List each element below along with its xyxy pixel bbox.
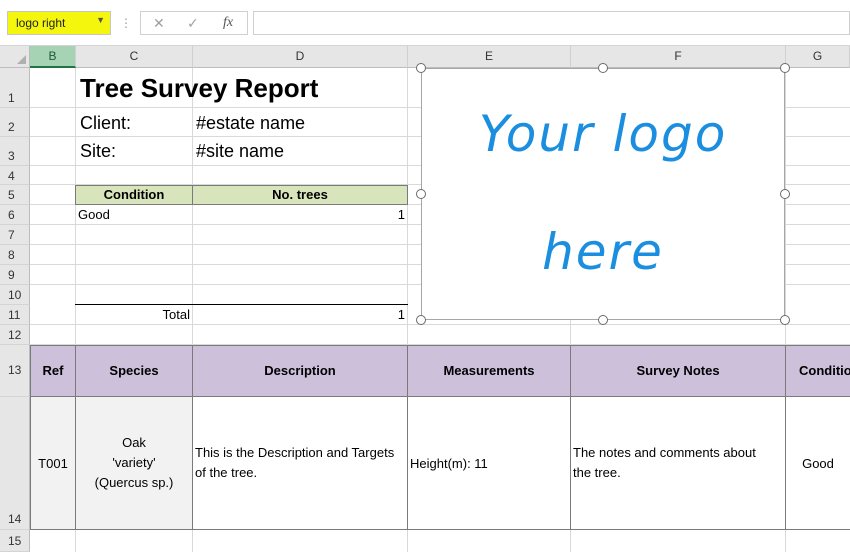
row-header-7[interactable]: 7 (0, 225, 30, 245)
resize-handle-bottom-right[interactable] (780, 315, 790, 325)
column-header-g[interactable]: G (786, 46, 850, 68)
report-title[interactable]: Tree Survey Report (80, 73, 318, 104)
survey-notes-cell[interactable]: The notes and comments about the tree. (570, 396, 786, 530)
row-header-1[interactable]: 1 (0, 68, 30, 108)
survey-measurements-cell[interactable]: Height(m): 11 (407, 396, 571, 530)
survey-ref-value: T001 (38, 456, 68, 471)
resize-handle-right[interactable] (780, 189, 790, 199)
spreadsheet-window: logo right ▼ ⋮ ✕ ✓ fx B C D E F G 1 2 3 … (0, 0, 850, 552)
summary-count-cell[interactable]: 1 (196, 207, 405, 222)
client-label[interactable]: Client: (80, 113, 131, 134)
row-header-10[interactable]: 10 (0, 285, 30, 305)
site-value[interactable]: #site name (196, 141, 284, 162)
name-box[interactable]: logo right ▼ (7, 11, 111, 35)
survey-header-description[interactable]: Description (192, 345, 408, 397)
formula-bar: logo right ▼ ⋮ ✕ ✓ fx (0, 0, 850, 46)
description-line-1: This is the Description and Targets (195, 445, 395, 460)
total-label[interactable]: Total (78, 307, 190, 322)
select-all-button[interactable] (0, 46, 30, 68)
row-header-9[interactable]: 9 (0, 265, 30, 285)
cancel-icon[interactable]: ✕ (153, 15, 165, 32)
measurements-value: Height(m): 11 (410, 456, 488, 471)
client-value[interactable]: #estate name (196, 113, 305, 134)
survey-header-condition[interactable]: Conditio (785, 345, 850, 397)
logo-placeholder-image[interactable]: Your logo here (421, 68, 785, 320)
column-header-d[interactable]: D (193, 46, 408, 68)
row-header-4[interactable]: 4 (0, 166, 30, 185)
resize-handle-top-right[interactable] (780, 63, 790, 73)
gridline (30, 324, 850, 325)
column-header-b[interactable]: B (30, 46, 76, 68)
total-value[interactable]: 1 (196, 307, 405, 322)
row-header-11[interactable]: 11 (0, 305, 30, 325)
survey-header-ref[interactable]: Ref (30, 345, 76, 397)
row-header-3[interactable]: 3 (0, 137, 30, 166)
survey-species-cell[interactable]: Oak 'variety' (Quercus sp.) (75, 396, 193, 530)
resize-handle-top[interactable] (598, 63, 608, 73)
site-label[interactable]: Site: (80, 141, 116, 162)
row-header-5[interactable]: 5 (0, 185, 30, 205)
survey-header-species[interactable]: Species (75, 345, 193, 397)
formula-input[interactable] (253, 11, 850, 35)
species-name: Oak (122, 435, 146, 450)
column-header-c[interactable]: C (76, 46, 193, 68)
column-header-e[interactable]: E (408, 46, 571, 68)
name-box-value: logo right (16, 16, 66, 30)
row-header-6[interactable]: 6 (0, 205, 30, 225)
logo-text-line-2: here (542, 223, 664, 281)
formula-bar-grip-icon[interactable]: ⋮ (120, 16, 132, 30)
row-header-15[interactable]: 15 (0, 530, 30, 552)
insert-function-icon[interactable]: fx (223, 15, 233, 31)
row-header-12[interactable]: 12 (0, 325, 30, 345)
notes-line-1: The notes and comments about (573, 445, 756, 460)
chevron-down-icon[interactable]: ▼ (96, 15, 105, 25)
row-header-2[interactable]: 2 (0, 108, 30, 137)
formula-buttons: ✕ ✓ fx (140, 11, 248, 35)
enter-icon[interactable]: ✓ (187, 15, 199, 32)
resize-handle-left[interactable] (416, 189, 426, 199)
summary-header-count[interactable]: No. trees (192, 185, 408, 205)
row-header-8[interactable]: 8 (0, 245, 30, 265)
resize-handle-top-left[interactable] (416, 63, 426, 73)
survey-condition-cell[interactable]: Good (785, 396, 850, 530)
survey-ref-cell[interactable]: T001 (30, 396, 76, 530)
survey-description-cell[interactable]: This is the Description and Targets of t… (192, 396, 408, 530)
total-border (75, 304, 408, 305)
description-line-2: of the tree. (195, 465, 258, 480)
summary-header-condition[interactable]: Condition (75, 185, 193, 205)
species-variety: 'variety' (112, 455, 156, 470)
summary-condition-cell[interactable]: Good (78, 207, 110, 222)
resize-handle-bottom[interactable] (598, 315, 608, 325)
logo-text-line-1: Your logo (478, 105, 728, 163)
notes-line-2: the tree. (573, 465, 621, 480)
resize-handle-bottom-left[interactable] (416, 315, 426, 325)
condition-value: Good (802, 456, 834, 471)
row-header-14[interactable]: 14 (0, 397, 30, 530)
survey-header-notes[interactable]: Survey Notes (570, 345, 786, 397)
species-latin: (Quercus sp.) (94, 475, 174, 490)
row-header-13[interactable]: 13 (0, 345, 30, 397)
survey-header-measurements[interactable]: Measurements (407, 345, 571, 397)
